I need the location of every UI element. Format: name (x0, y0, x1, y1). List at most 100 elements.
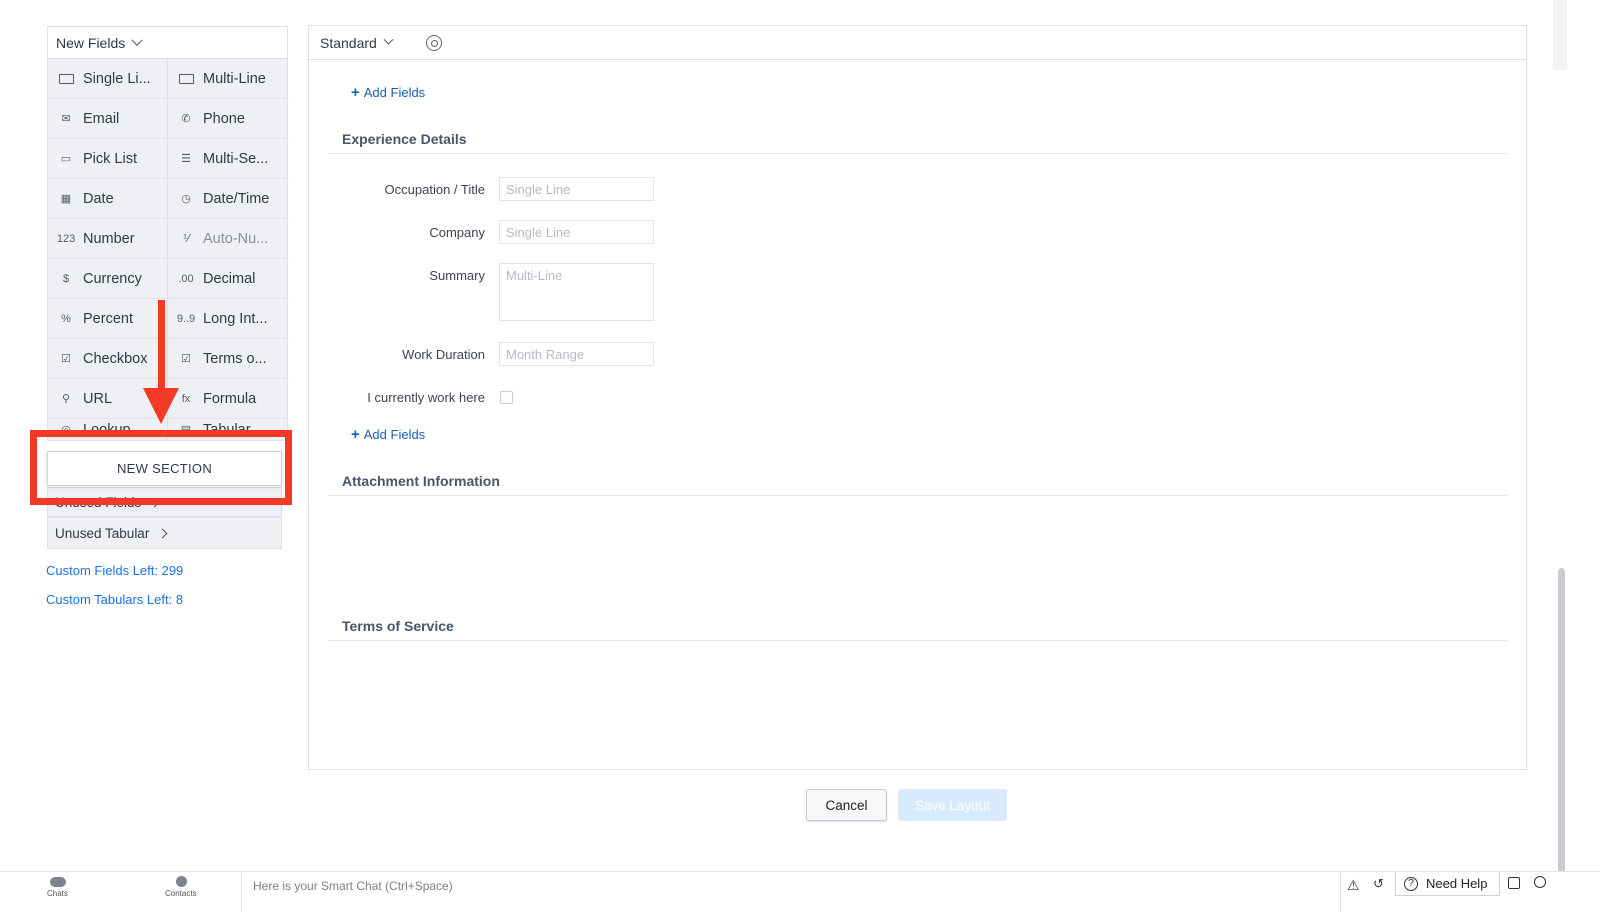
field-type-date[interactable]: ▦ Date (48, 179, 168, 219)
custom-tabulars-left-link[interactable]: Custom Tabulars Left: 8 (46, 592, 183, 607)
formula-icon: fx (181, 392, 191, 405)
field-type-label: Percent (83, 310, 133, 327)
field-type-tabular[interactable]: ▤ Tabular (168, 419, 289, 441)
tabular-icon: ▤ (180, 424, 192, 436)
field-type-label: Phone (203, 110, 245, 127)
section-divider (329, 495, 1507, 496)
field-type-grid: Single Li... Multi-Line ✉ Email ✆ Phone ▭ Pick … (47, 59, 289, 441)
auto-number-icon: ⅟ (182, 233, 190, 245)
pick-list-icon: ▭ (60, 153, 72, 165)
field-type-formula[interactable]: fx Formula (168, 379, 289, 419)
add-fields-label: Add Fields (363, 427, 426, 442)
smart-chat-input[interactable]: Here is your Smart Chat (Ctrl+Space) (253, 879, 453, 893)
field-type-label: Formula (203, 390, 257, 407)
section-title-experience[interactable]: Experience Details (342, 131, 467, 147)
field-type-long-integer[interactable]: 9..9 Long Int... (168, 299, 289, 339)
field-type-checkbox[interactable]: ☑ Checkbox (48, 339, 168, 379)
chevron-down-icon[interactable] (383, 34, 394, 45)
help-icon: ? (1404, 876, 1418, 891)
contacts-label[interactable]: Contacts (165, 889, 197, 898)
unused-tabular-toggle[interactable]: Unused Tabular (47, 517, 282, 549)
work-duration-field-placeholder[interactable]: Month Range (499, 342, 654, 366)
field-label-summary[interactable]: Summary (309, 268, 485, 283)
new-section-button[interactable]: NEW SECTION (47, 451, 282, 486)
scrollbar-thumb[interactable] (1558, 568, 1565, 878)
field-type-number[interactable]: 123 Number (48, 219, 168, 259)
field-label-occupation[interactable]: Occupation / Title (309, 182, 485, 197)
email-icon: ✉ (61, 113, 71, 125)
save-layout-button[interactable]: Save Layout (898, 789, 1007, 821)
multi-line-icon (178, 73, 194, 84)
chat-bubble-icon[interactable] (50, 877, 66, 887)
need-help-label: Need Help (1426, 876, 1488, 891)
company-field-placeholder[interactable]: Single Line (499, 220, 654, 244)
section-divider (329, 153, 1507, 154)
divider (241, 872, 242, 912)
single-line-icon (58, 73, 74, 84)
percent-icon: % (61, 312, 71, 325)
date-time-icon: ◷ (181, 193, 191, 205)
need-help-button[interactable]: ? Need Help (1395, 872, 1500, 896)
field-label-work-duration[interactable]: Work Duration (309, 347, 485, 362)
field-type-label: Number (83, 230, 135, 247)
unused-tabular-label: Unused Tabular (55, 525, 150, 541)
custom-fields-left-link[interactable]: Custom Fields Left: 299 (46, 563, 183, 578)
plus-icon: + (351, 426, 360, 443)
field-type-decimal[interactable]: .00 Decimal (168, 259, 289, 299)
add-fields-link[interactable]: + Add Fields (351, 84, 425, 101)
unused-fields-toggle[interactable]: Unused Fields (47, 487, 282, 517)
section-title-terms[interactable]: Terms of Service (342, 618, 454, 634)
notes-icon[interactable] (1508, 877, 1520, 889)
chevron-right-icon (157, 528, 168, 538)
field-type-auto-number[interactable]: ⅟ Auto-Nu... (168, 219, 289, 259)
plus-icon: + (351, 84, 360, 101)
field-type-label: Terms o... (203, 350, 267, 367)
field-type-terms[interactable]: ☑ Terms o... (168, 339, 289, 379)
field-type-email[interactable]: ✉ Email (48, 99, 168, 139)
field-type-phone[interactable]: ✆ Phone (168, 99, 289, 139)
field-type-multi-line[interactable]: Multi-Line (168, 59, 289, 99)
field-type-label: Multi-Se... (203, 150, 269, 167)
alert-icon[interactable]: ⚠ (1347, 877, 1360, 894)
add-fields-link[interactable]: + Add Fields (351, 426, 425, 443)
contacts-icon[interactable] (176, 876, 187, 887)
new-fields-dropdown[interactable]: New Fields (47, 26, 288, 59)
date-icon: ▦ (60, 193, 72, 205)
chevron-down-icon (131, 34, 143, 46)
field-type-label: Currency (83, 270, 142, 287)
field-type-multi-select[interactable]: ☰ Multi-Se... (168, 139, 289, 179)
field-type-label: Email (83, 110, 120, 127)
field-type-label: Single Li... (83, 70, 151, 87)
long-integer-icon: 9..9 (176, 312, 196, 325)
currently-work-here-checkbox[interactable] (500, 391, 513, 404)
chevron-right-icon (149, 497, 160, 507)
field-type-currency[interactable]: $ Currency (48, 259, 168, 299)
annotation-arrow (158, 300, 165, 395)
gear-icon[interactable] (425, 34, 442, 51)
layout-selector[interactable]: Standard (320, 35, 377, 51)
field-type-pick-list[interactable]: ▭ Pick List (48, 139, 168, 179)
field-type-single-line[interactable]: Single Li... (48, 59, 168, 99)
annotation-arrow-head (143, 388, 179, 424)
field-type-date-time[interactable]: ◷ Date/Time (168, 179, 289, 219)
field-type-label: URL (83, 390, 113, 407)
section-title-attachment[interactable]: Attachment Information (342, 473, 500, 489)
lookup-icon: ◎ (61, 424, 71, 436)
divider (1340, 872, 1341, 912)
field-label-currently-work-here[interactable]: I currently work here (309, 390, 485, 405)
add-fields-label: Add Fields (363, 85, 426, 100)
number-icon: 123 (56, 232, 76, 245)
currency-icon: $ (62, 272, 70, 285)
search-icon[interactable] (1534, 876, 1546, 888)
occupation-field-placeholder[interactable]: Single Line (499, 177, 654, 201)
field-type-percent[interactable]: % Percent (48, 299, 168, 339)
cancel-button[interactable]: Cancel (806, 789, 887, 821)
summary-field-placeholder[interactable]: Multi-Line (499, 263, 654, 321)
field-type-label: Long Int... (203, 310, 268, 327)
unused-fields-label: Unused Fields (55, 494, 142, 510)
chats-label[interactable]: Chats (47, 889, 68, 898)
field-type-label: Pick List (83, 150, 137, 167)
history-icon[interactable]: ↺ (1373, 876, 1384, 892)
new-fields-label: New Fields (56, 34, 126, 51)
field-label-company[interactable]: Company (309, 225, 485, 240)
